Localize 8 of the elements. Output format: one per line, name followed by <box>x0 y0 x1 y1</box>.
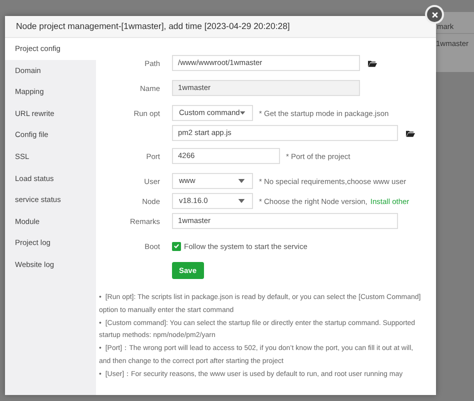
caret-icon <box>238 199 245 203</box>
window-title: Node project management-[1wmaster], add time [2023-04-29 20:20:28] <box>16 21 290 31</box>
checkbox[interactable] <box>172 242 181 250</box>
caret-icon <box>240 111 245 115</box>
folder-icon[interactable] <box>406 130 415 136</box>
folder-icon[interactable] <box>368 60 377 66</box>
close-icon[interactable] <box>427 7 442 22</box>
caret-icon <box>238 179 245 183</box>
